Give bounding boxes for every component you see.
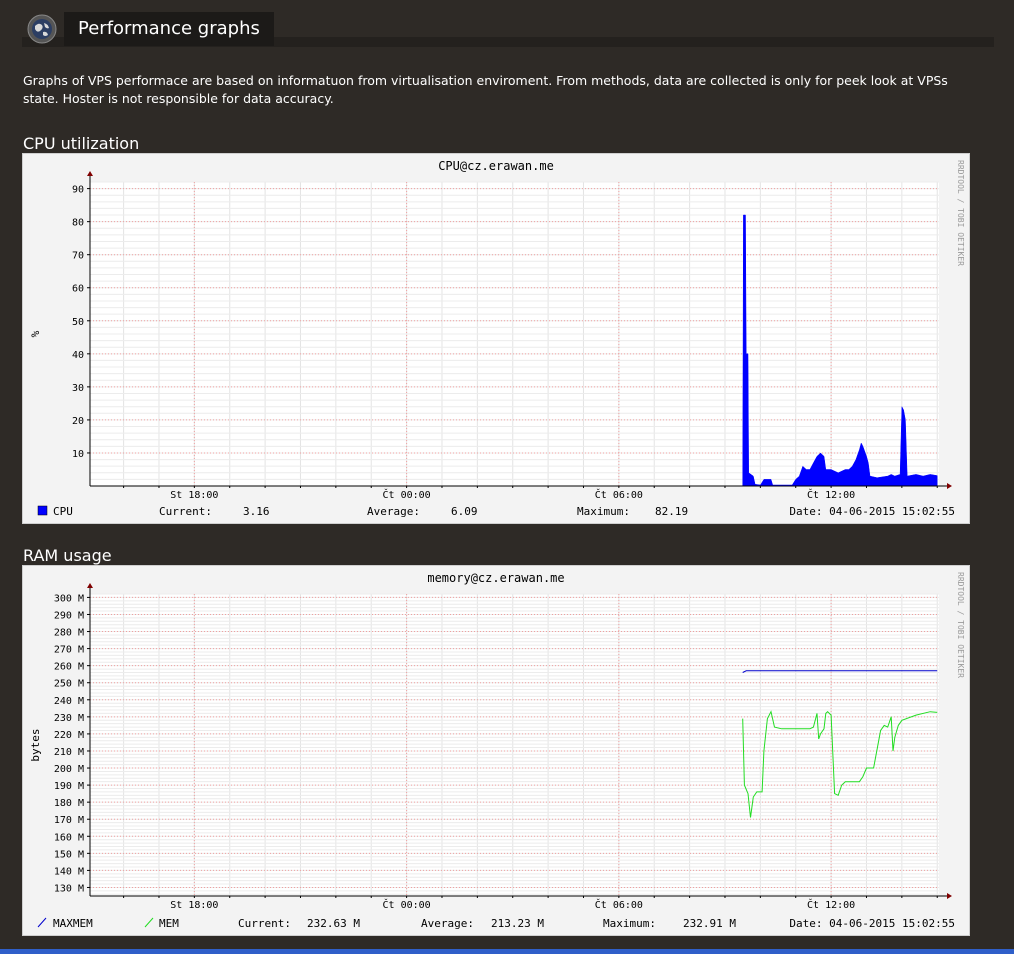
y-tick-label: 220 M bbox=[54, 730, 84, 741]
legend-average-value: 6.09 bbox=[451, 505, 478, 518]
legend-average-label: Average: bbox=[367, 505, 420, 518]
y-tick-label: 140 M bbox=[54, 866, 84, 877]
y-tick-label: 290 M bbox=[54, 610, 84, 621]
cpu-graph: 10 20 30 40 50 60 70 80 90 St 18:00 Čt 00:00 Čt 06:… bbox=[22, 153, 970, 524]
y-tick-label: 300 M bbox=[54, 593, 84, 604]
chart-title: memory@cz.erawan.me bbox=[427, 571, 564, 585]
y-tick-label: 160 M bbox=[54, 832, 84, 843]
y-axis-arrow bbox=[87, 171, 93, 176]
x-tick-label: Čt 12:00 bbox=[807, 488, 855, 501]
legend-average-label: Average: bbox=[421, 917, 474, 930]
x-tick-label: Čt 00:00 bbox=[383, 488, 431, 501]
y-tick-label: 260 M bbox=[54, 662, 84, 673]
ram-graph: 130 M 140 M 150 M 160 M 170 M 180 M 190 M 200 M… bbox=[22, 565, 970, 936]
legend-label: CPU bbox=[53, 505, 73, 518]
y-tick-label: 60 bbox=[72, 284, 84, 295]
legend-swatch-maxmem bbox=[37, 917, 47, 928]
globe-icon bbox=[27, 14, 57, 44]
y-tick-label: 20 bbox=[72, 416, 84, 427]
y-tick-label: 80 bbox=[72, 218, 84, 229]
legend-maximum-label: Maximum: bbox=[603, 917, 656, 930]
y-tick-label: 280 M bbox=[54, 628, 84, 639]
taskbar-edge bbox=[0, 949, 1014, 954]
y-axis-arrow bbox=[87, 583, 93, 588]
y-axis-label: bytes bbox=[29, 728, 42, 761]
y-tick-label: 230 M bbox=[54, 713, 84, 724]
y-tick-label: 190 M bbox=[54, 781, 84, 792]
y-tick-label: 50 bbox=[72, 317, 84, 328]
y-tick-label: 150 M bbox=[54, 849, 84, 860]
watermark-text: RRDTOOL / TOBI OETIKER bbox=[956, 572, 965, 678]
legend-maximum-value: 82.19 bbox=[655, 505, 688, 518]
y-axis-label: % bbox=[29, 330, 42, 337]
page-header: Performance graphs bbox=[22, 10, 994, 50]
legend-swatch-mem bbox=[144, 917, 154, 928]
x-tick-label: St 18:00 bbox=[170, 490, 218, 501]
cpu-chart-svg: 10 20 30 40 50 60 70 80 90 St 18:00 Čt 00:00 Čt 06:… bbox=[29, 159, 965, 518]
y-tick-label: 210 M bbox=[54, 747, 84, 758]
watermark-text: RRDTOOL / TOBI OETIKER bbox=[956, 160, 965, 266]
y-tick-label: 180 M bbox=[54, 798, 84, 809]
x-tick-label: St 18:00 bbox=[170, 900, 218, 911]
x-axis-arrow bbox=[947, 893, 952, 899]
y-tick-label: 170 M bbox=[54, 815, 84, 826]
legend-date: Date: 04-06-2015 15:02:55 bbox=[789, 917, 955, 930]
legend-average-value: 213.23 M bbox=[491, 917, 544, 930]
legend-date: Date: 04-06-2015 15:02:55 bbox=[789, 505, 955, 518]
x-tick-label: Čt 06:00 bbox=[595, 898, 643, 911]
y-tick-label: 200 M bbox=[54, 764, 84, 775]
intro-text: Graphs of VPS performace are based on in… bbox=[23, 73, 948, 106]
y-tick-label: 270 M bbox=[54, 645, 84, 656]
y-tick-label: 40 bbox=[72, 350, 84, 361]
plot-area bbox=[90, 594, 939, 896]
x-tick-label: Čt 12:00 bbox=[807, 898, 855, 911]
legend-label-mem: MEM bbox=[159, 917, 179, 930]
y-tick-label: 90 bbox=[72, 185, 84, 196]
ram-chart-svg: 130 M 140 M 150 M 160 M 170 M 180 M 190 M 200 M… bbox=[29, 571, 965, 930]
x-tick-label: Čt 00:00 bbox=[383, 898, 431, 911]
legend-current-value: 232.63 M bbox=[307, 917, 360, 930]
y-tick-label: 70 bbox=[72, 251, 84, 262]
legend-swatch-cpu bbox=[37, 505, 48, 516]
y-tick-label: 130 M bbox=[54, 883, 84, 894]
cpu-section-title: CPU utilization bbox=[23, 134, 140, 153]
y-tick-label: 10 bbox=[72, 449, 84, 460]
x-tick-label: Čt 06:00 bbox=[595, 488, 643, 501]
ram-section-title: RAM usage bbox=[23, 546, 112, 565]
legend-current-label: Current: bbox=[238, 917, 291, 930]
y-tick-label: 240 M bbox=[54, 696, 84, 707]
legend-current-value: 3.16 bbox=[243, 505, 270, 518]
page-title: Performance graphs bbox=[64, 12, 274, 46]
x-axis-arrow bbox=[947, 483, 952, 489]
legend-current-label: Current: bbox=[159, 505, 212, 518]
chart-title: CPU@cz.erawan.me bbox=[438, 159, 554, 173]
legend-maximum-value: 232.91 M bbox=[683, 917, 736, 930]
legend-maximum-label: Maximum: bbox=[577, 505, 630, 518]
y-tick-label: 250 M bbox=[54, 679, 84, 690]
legend-label-maxmem: MAXMEM bbox=[53, 917, 93, 930]
y-tick-label: 30 bbox=[72, 383, 84, 394]
